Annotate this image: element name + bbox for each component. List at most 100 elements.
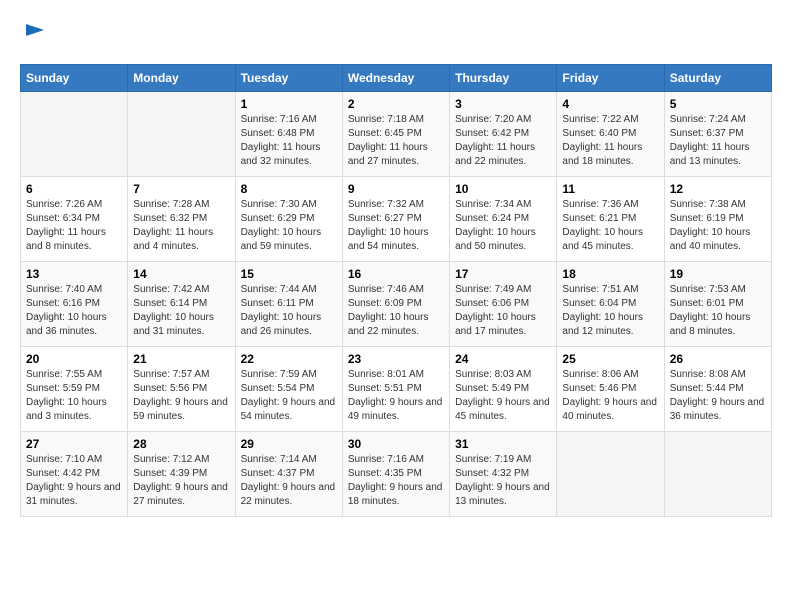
weekday-header-saturday: Saturday [664,64,771,91]
day-number: 25 [562,352,658,366]
day-number: 17 [455,267,551,281]
calendar-cell: 12Sunrise: 7:38 AMSunset: 6:19 PMDayligh… [664,176,771,261]
weekday-header-sunday: Sunday [21,64,128,91]
calendar-cell: 16 Sunrise: 7:46 AMSunset: 6:09 PMDayligh… [342,261,449,346]
day-info: Sunrise: 7:53 AMSunset: 6:01 PMDaylight:… [670,283,766,339]
day-number: 12 [670,182,766,196]
day-info: Sunrise: 7:49 AMSunset: 6:06 PMDaylight:… [455,283,551,339]
calendar-cell: 17 Sunrise: 7:49 AMSunset: 6:06 PMDayligh… [450,261,557,346]
day-info: Sunrise: 8:08 AMSunset: 5:44 PMDaylight:… [670,368,766,424]
day-info: Sunrise: 8:06 AMSunset: 5:46 PMDaylight:… [562,368,658,424]
calendar-cell: 13 Sunrise: 7:40 AMSunset: 6:16 PMDayligh… [21,261,128,346]
weekday-header-friday: Friday [557,64,664,91]
day-info: Sunrise: 7:46 AMSunset: 6:09 PMDaylight:… [348,283,444,339]
calendar-cell [21,91,128,176]
calendar-cell: 24Sunrise: 8:03 AMSunset: 5:49 PMDayligh… [450,346,557,431]
calendar-cell [664,431,771,516]
day-number: 16 [348,267,444,281]
day-number: 4 [562,97,658,111]
day-info: Sunrise: 7:51 AMSunset: 6:04 PMDaylight:… [562,283,658,339]
day-info: Sunrise: 7:42 AMSunset: 6:14 PMDaylight:… [133,283,229,339]
calendar-cell: 26 Sunrise: 8:08 AMSunset: 5:44 PMDayligh… [664,346,771,431]
day-number: 3 [455,97,551,111]
day-info: Sunrise: 7:12 AMSunset: 4:39 PMDaylight:… [133,453,229,509]
day-info: Sunrise: 7:16 AMSunset: 6:48 PMDaylight:… [241,113,337,169]
calendar-cell: 23Sunrise: 8:01 AMSunset: 5:51 PMDayligh… [342,346,449,431]
calendar-week-5: 27 Sunrise: 7:10 AMSunset: 4:42 PMDayligh… [21,431,772,516]
day-info: Sunrise: 7:16 AMSunset: 4:35 PMDaylight:… [348,453,444,509]
day-number: 27 [26,437,122,451]
calendar-body: 1Sunrise: 7:16 AMSunset: 6:48 PMDaylight… [21,91,772,516]
day-info: Sunrise: 7:20 AMSunset: 6:42 PMDaylight:… [455,113,551,169]
calendar-header: SundayMondayTuesdayWednesdayThursdayFrid… [21,64,772,91]
day-number: 21 [133,352,229,366]
day-info: Sunrise: 7:59 AMSunset: 5:54 PMDaylight:… [241,368,337,424]
logo [20,20,50,54]
day-number: 6 [26,182,122,196]
day-info: Sunrise: 7:36 AMSunset: 6:21 PMDaylight:… [562,198,658,254]
day-number: 11 [562,182,658,196]
day-number: 18 [562,267,658,281]
calendar-cell: 25 Sunrise: 8:06 AMSunset: 5:46 PMDayligh… [557,346,664,431]
calendar-cell: 5 Sunrise: 7:24 AMSunset: 6:37 PMDaylight… [664,91,771,176]
calendar-week-2: 6 Sunrise: 7:26 AMSunset: 6:34 PMDaylight… [21,176,772,261]
day-info: Sunrise: 7:19 AMSunset: 4:32 PMDaylight:… [455,453,551,509]
weekday-row: SundayMondayTuesdayWednesdayThursdayFrid… [21,64,772,91]
day-info: Sunrise: 7:28 AMSunset: 6:32 PMDaylight:… [133,198,229,254]
day-info: Sunrise: 7:22 AMSunset: 6:40 PMDaylight:… [562,113,658,169]
day-number: 22 [241,352,337,366]
day-number: 28 [133,437,229,451]
day-info: Sunrise: 7:44 AMSunset: 6:11 PMDaylight:… [241,283,337,339]
day-info: Sunrise: 7:24 AMSunset: 6:37 PMDaylight:… [670,113,766,169]
calendar-cell: 2 Sunrise: 7:18 AMSunset: 6:45 PMDaylight… [342,91,449,176]
day-number: 30 [348,437,444,451]
day-info: Sunrise: 7:18 AMSunset: 6:45 PMDaylight:… [348,113,444,169]
calendar-week-4: 20Sunrise: 7:55 AMSunset: 5:59 PMDayligh… [21,346,772,431]
calendar-cell: 19 Sunrise: 7:53 AMSunset: 6:01 PMDayligh… [664,261,771,346]
calendar-week-1: 1Sunrise: 7:16 AMSunset: 6:48 PMDaylight… [21,91,772,176]
calendar-cell: 15Sunrise: 7:44 AMSunset: 6:11 PMDayligh… [235,261,342,346]
day-info: Sunrise: 7:34 AMSunset: 6:24 PMDaylight:… [455,198,551,254]
calendar-cell: 28 Sunrise: 7:12 AMSunset: 4:39 PMDayligh… [128,431,235,516]
calendar-week-3: 13 Sunrise: 7:40 AMSunset: 6:16 PMDayligh… [21,261,772,346]
calendar-cell [557,431,664,516]
calendar-cell: 31 Sunrise: 7:19 AMSunset: 4:32 PMDayligh… [450,431,557,516]
calendar-cell: 7Sunrise: 7:28 AMSunset: 6:32 PMDaylight… [128,176,235,261]
day-number: 13 [26,267,122,281]
day-info: Sunrise: 8:01 AMSunset: 5:51 PMDaylight:… [348,368,444,424]
day-number: 14 [133,267,229,281]
day-number: 24 [455,352,551,366]
day-info: Sunrise: 7:57 AMSunset: 5:56 PMDaylight:… [133,368,229,424]
weekday-header-wednesday: Wednesday [342,64,449,91]
weekday-header-thursday: Thursday [450,64,557,91]
calendar-cell: 8Sunrise: 7:30 AMSunset: 6:29 PMDaylight… [235,176,342,261]
day-number: 31 [455,437,551,451]
calendar-cell: 9 Sunrise: 7:32 AMSunset: 6:27 PMDaylight… [342,176,449,261]
logo-flag-icon [22,20,50,48]
day-number: 19 [670,267,766,281]
calendar-cell: 10 Sunrise: 7:34 AMSunset: 6:24 PMDayligh… [450,176,557,261]
day-info: Sunrise: 7:26 AMSunset: 6:34 PMDaylight:… [26,198,122,254]
day-number: 9 [348,182,444,196]
calendar-cell: 30 Sunrise: 7:16 AMSunset: 4:35 PMDayligh… [342,431,449,516]
calendar-cell: 22 Sunrise: 7:59 AMSunset: 5:54 PMDayligh… [235,346,342,431]
day-number: 20 [26,352,122,366]
day-info: Sunrise: 7:14 AMSunset: 4:37 PMDaylight:… [241,453,337,509]
day-number: 26 [670,352,766,366]
weekday-header-tuesday: Tuesday [235,64,342,91]
day-number: 2 [348,97,444,111]
page-header [20,20,772,54]
weekday-header-monday: Monday [128,64,235,91]
day-info: Sunrise: 7:32 AMSunset: 6:27 PMDaylight:… [348,198,444,254]
day-number: 10 [455,182,551,196]
calendar-table: SundayMondayTuesdayWednesdayThursdayFrid… [20,64,772,517]
calendar-cell: 14 Sunrise: 7:42 AMSunset: 6:14 PMDayligh… [128,261,235,346]
day-number: 5 [670,97,766,111]
calendar-cell: 29Sunrise: 7:14 AMSunset: 4:37 PMDayligh… [235,431,342,516]
day-info: Sunrise: 7:40 AMSunset: 6:16 PMDaylight:… [26,283,122,339]
calendar-cell: 18 Sunrise: 7:51 AMSunset: 6:04 PMDayligh… [557,261,664,346]
calendar-cell: 3 Sunrise: 7:20 AMSunset: 6:42 PMDaylight… [450,91,557,176]
calendar-cell: 11 Sunrise: 7:36 AMSunset: 6:21 PMDayligh… [557,176,664,261]
day-info: Sunrise: 7:10 AMSunset: 4:42 PMDaylight:… [26,453,122,509]
calendar-cell: 27 Sunrise: 7:10 AMSunset: 4:42 PMDayligh… [21,431,128,516]
